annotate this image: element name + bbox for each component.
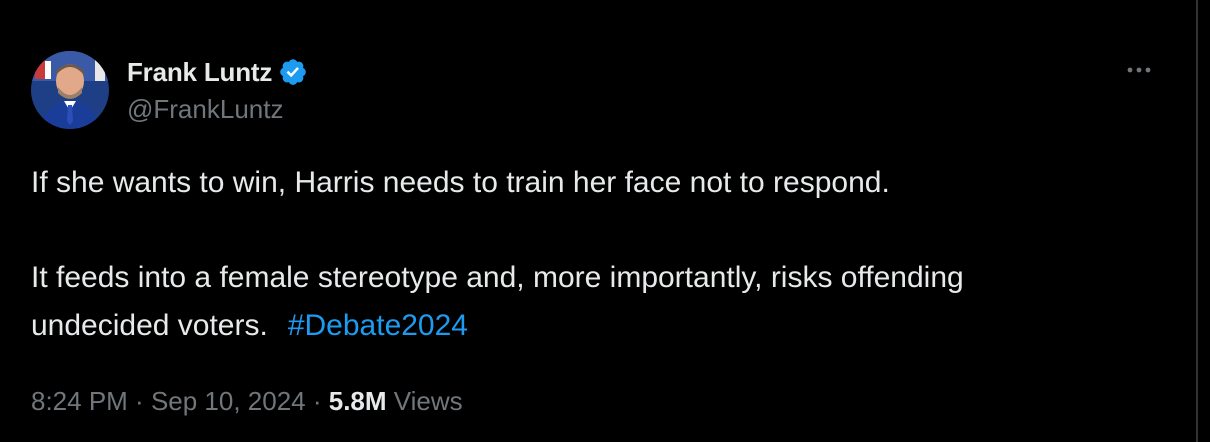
column-divider [1196, 0, 1198, 442]
tweet-text-line: It feeds into a female stereotype and, m… [31, 261, 964, 294]
author-name-row: Frank Luntz [127, 54, 308, 90]
tweet-text-line: If she wants to win, Harris needs to tra… [31, 166, 890, 199]
author-handle[interactable]: @FrankLuntz [127, 94, 283, 125]
tweet-card[interactable]: Frank Luntz @FrankLuntz If she wants to … [0, 0, 1196, 442]
avatar-image [31, 51, 109, 129]
views-label: Views [386, 386, 463, 416]
more-options-icon[interactable] [1124, 58, 1164, 82]
meta-separator: · [305, 386, 329, 416]
tweet-metadata: 8:24 PM · Sep 10, 2024 · 5.8M Views [31, 386, 463, 417]
avatar[interactable] [31, 51, 109, 129]
timestamp-date[interactable]: Sep 10, 2024 [151, 386, 306, 416]
author-display-name[interactable]: Frank Luntz [127, 57, 272, 88]
timestamp-time[interactable]: 8:24 PM [31, 386, 128, 416]
meta-separator: · [127, 386, 151, 416]
views-count[interactable]: 5.8M [329, 386, 387, 416]
hashtag-link[interactable]: #Debate2024 [288, 309, 468, 342]
tweet-text-line: undecided voters. #Debate2024 [31, 309, 468, 343]
verified-badge-icon[interactable] [278, 57, 308, 87]
tweet-text-segment: undecided voters. [31, 309, 268, 342]
